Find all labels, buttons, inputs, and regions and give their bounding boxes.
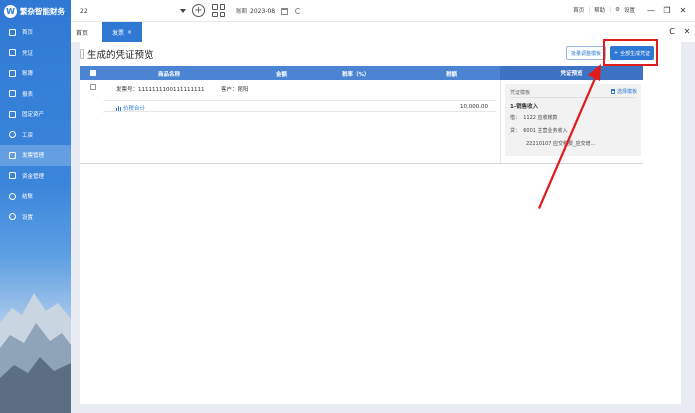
fund-icon [9, 172, 16, 180]
row-dots: · · · · · · · · · [103, 83, 105, 161]
total-row: 价税合计 10,000.00 [104, 100, 496, 112]
account-select[interactable]: 22 [77, 5, 189, 17]
refresh-icon[interactable] [295, 8, 302, 14]
logo-icon: W [4, 4, 17, 18]
period-label: 账期 [236, 9, 248, 15]
link-help[interactable]: 帮助 [594, 6, 605, 14]
template-label: 凭证模板 [510, 90, 531, 96]
home-icon [9, 28, 16, 36]
close-account-icon [9, 192, 16, 200]
voucher-preview-card: 凭证模板 选择模板 1-销售收入 借： 1122 应收账款 贷： 6001 主营… [505, 84, 641, 156]
sidebar-item-voucher[interactable]: 凭证 [0, 43, 71, 64]
app-grid-icon[interactable] [212, 4, 225, 17]
row-checkbox[interactable] [90, 84, 96, 90]
batch-adjust-template-button[interactable]: 批量调整模板 [566, 46, 606, 60]
total-label: 价税合计 [116, 104, 145, 112]
sidebar-item-ledger[interactable]: 账簿 [0, 63, 71, 84]
sidebar-item-fund-management[interactable]: 资金管理 [0, 166, 71, 187]
sidebar-item-label: 资金管理 [22, 173, 45, 180]
top-links: 首页 | 帮助 | ⚙ 设置 [573, 6, 635, 14]
asset-icon [9, 110, 16, 118]
debit-line: 借： 1122 应收账款 [510, 115, 558, 121]
table-row: · · · · · · · · · · · · · · · · · · 发票号：1111111100111111… [80, 80, 500, 162]
select-template-link[interactable]: 选择模板 [610, 88, 637, 95]
highlight-annotation-box [603, 39, 658, 66]
sidebar-item-home[interactable]: 首页 [0, 22, 71, 43]
voucher-preview-panel: 生成的凭证预览 批量调整模板 + 全部生成凭证 商品名称 金额 税率（%） 税额… [80, 39, 681, 404]
gear-icon: ⚙ [615, 7, 620, 13]
bar-chart-icon [116, 105, 121, 111]
account-value: 22 [80, 7, 88, 15]
sidebar-item-fixed-assets[interactable]: 固定资产 [0, 104, 71, 125]
sidebar-item-invoice-management[interactable]: 发票管理 [0, 145, 71, 166]
sidebar-item-label: 固定资产 [22, 112, 45, 119]
ledger-icon [9, 69, 16, 77]
sidebar-item-label: 凭证 [22, 50, 34, 57]
col-tax-amount: 税额 [446, 72, 458, 78]
calendar-icon[interactable] [281, 7, 289, 15]
reload-tab-icon[interactable]: C [667, 26, 677, 36]
customer-name: 客户：昆阳 [221, 87, 249, 93]
sidebar-item-label: 账簿 [22, 71, 34, 78]
title-marker-icon [80, 49, 84, 59]
link-home[interactable]: 首页 [573, 6, 584, 14]
sidebar-item-report[interactable]: 报表 [0, 84, 71, 105]
close-window-button[interactable]: ✕ [675, 3, 691, 17]
report-icon [9, 90, 16, 98]
sidebar-item-label: 结账 [22, 194, 34, 201]
window-controls: — ❐ ✕ [643, 3, 691, 17]
template-icon [610, 89, 615, 94]
sidebar-menu: 首页 凭证 账簿 报表 固定资产 工资 发票管理 资金管理 结账 设置 [0, 22, 71, 227]
credit-line-2: 22210107 应交税费_应交增... [526, 141, 596, 147]
tabs-tools: C ✕ [667, 26, 692, 36]
row-dots-right: · · · · · · · · · [493, 83, 495, 161]
sidebar-item-salary[interactable]: 工资 [0, 125, 71, 146]
sidebar-item-label: 首页 [22, 30, 34, 37]
period-value: 2023-08 [250, 7, 276, 15]
sidebar-item-close-account[interactable]: 结账 [0, 186, 71, 207]
page-title-text: 生成的凭证预览 [87, 50, 154, 61]
select-all-checkbox[interactable] [90, 70, 96, 76]
col-product-name: 商品名称 [158, 72, 181, 78]
sidebar-item-settings[interactable]: 设置 [0, 207, 71, 228]
col-amount: 金额 [276, 72, 288, 78]
tab-invoice[interactable]: 发票 × [102, 22, 142, 42]
invoice-icon [9, 151, 16, 159]
close-all-tabs-icon[interactable]: ✕ [682, 26, 692, 36]
voucher-icon [9, 49, 16, 57]
col-voucher-preview: 凭证预览 [500, 66, 643, 80]
sidebar-item-label: 设置 [22, 214, 34, 221]
period-picker[interactable]: 账期 2023-08 [236, 7, 302, 15]
top-bar: 22 + 账期 2023-08 首页 | 帮助 | ⚙ 设置 — ❐ ✕ [71, 0, 695, 22]
minimize-button[interactable]: — [643, 3, 659, 17]
tabs-bar: 首页 发票 × C ✕ [71, 22, 695, 42]
tab-label: 发票 [111, 29, 124, 37]
invoice-number: 发票号：1111111100111111111 [116, 87, 205, 93]
salary-icon [9, 131, 16, 139]
tab-close-icon[interactable]: × [127, 29, 132, 36]
tab-home[interactable]: 首页 [76, 28, 88, 37]
page-title: 生成的凭证预览 [80, 47, 154, 61]
link-settings[interactable]: 设置 [624, 6, 635, 14]
settings-icon [9, 213, 16, 221]
sidebar: W 繁杂智能财务 首页 凭证 账簿 报表 固定资产 工资 发票管理 资金管理 结… [0, 0, 71, 413]
chevron-down-icon [180, 9, 186, 13]
voucher-summary: 1-销售收入 [510, 104, 539, 110]
sidebar-item-label: 报表 [22, 91, 34, 98]
app-name: 繁杂智能财务 [20, 6, 65, 16]
add-circle-icon[interactable]: + [192, 4, 205, 17]
sidebar-mountain-image [0, 293, 71, 413]
sidebar-item-label: 工资 [22, 132, 34, 139]
col-tax-rate: 税率（%） [342, 72, 370, 78]
app-logo[interactable]: W 繁杂智能财务 [4, 4, 65, 18]
total-amount: 10,000.00 [460, 104, 488, 110]
sidebar-item-label: 发票管理 [22, 153, 45, 160]
credit-line-1: 贷： 6001 主营业务收入 [510, 128, 568, 134]
maximize-button[interactable]: ❐ [659, 3, 675, 17]
